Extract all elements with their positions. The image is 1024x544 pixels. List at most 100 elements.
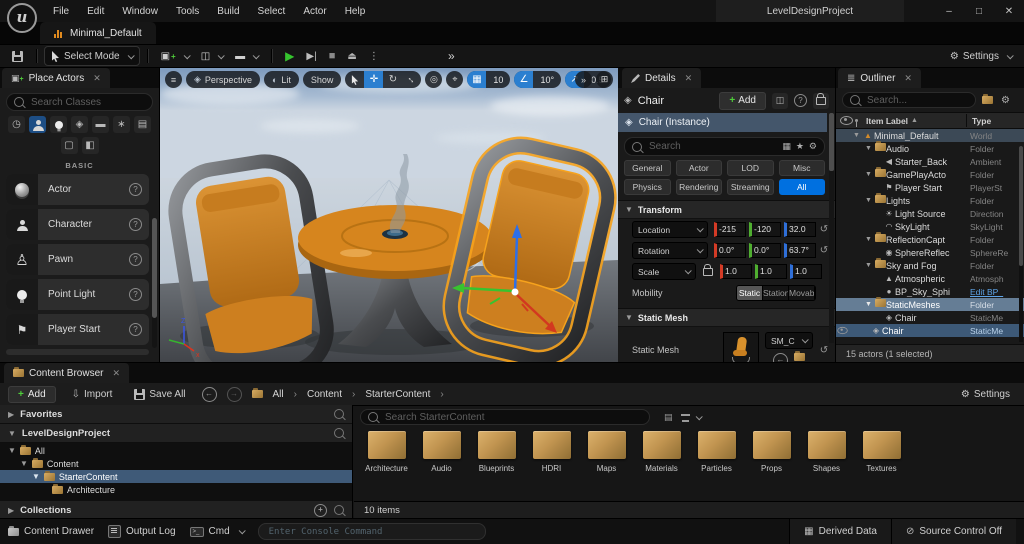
lit-dropdown[interactable]: ◐Lit xyxy=(264,71,299,88)
mobility-static[interactable]: Static xyxy=(737,286,763,300)
menu-select[interactable]: Select xyxy=(258,6,286,17)
place-actor-item-character[interactable]: Character ? xyxy=(6,209,149,240)
derived-data-button[interactable]: ▦Derived Data xyxy=(789,519,891,544)
surface-snapping-icon[interactable]: ⌖ xyxy=(446,71,463,88)
reset-icon[interactable]: ↺ xyxy=(819,345,829,356)
grid-snap-value[interactable]: 10 xyxy=(486,71,510,88)
scale-y-field[interactable]: 1.0 xyxy=(755,264,787,279)
place-actor-item-player-start[interactable]: ⚑ Player Start ? xyxy=(6,314,149,345)
search-classes-input[interactable] xyxy=(29,96,145,109)
outliner-row-folder[interactable]: ▼GamePlayActoFolder xyxy=(836,168,1024,181)
breadcrumb-content[interactable]: Content xyxy=(307,389,342,400)
details-scrollbar[interactable] xyxy=(829,113,834,343)
location-y-field[interactable]: -120 xyxy=(749,222,781,237)
menu-file[interactable]: File xyxy=(53,6,69,17)
close-button[interactable]: ✕ xyxy=(994,6,1024,17)
outliner-row-folder[interactable]: ▼ReflectionCaptFolder xyxy=(836,233,1024,246)
project-header[interactable]: ▼LevelDesignProject xyxy=(0,424,352,443)
rotation-dropdown[interactable]: Rotation xyxy=(632,242,708,259)
scale-tool-icon[interactable]: ↔ xyxy=(399,71,421,88)
outliner-row-chair-selected[interactable]: ◈ChairStaticMe xyxy=(836,324,1024,337)
folder-particles[interactable]: Particles xyxy=(690,431,743,473)
rotation-snap-icon[interactable]: ∠ xyxy=(514,71,533,88)
static-mesh-section-header[interactable]: ▼Static Mesh xyxy=(618,308,835,327)
place-actor-item-point-light[interactable]: Point Light ? xyxy=(6,279,149,310)
scale-dropdown[interactable]: Scale xyxy=(632,263,696,280)
tab-place-actors[interactable]: ▣+ Place Actors ✕ xyxy=(2,68,110,88)
settings-dropdown[interactable]: ⚙ Settings xyxy=(944,47,1018,65)
favorites-star-icon[interactable]: ★ xyxy=(796,141,804,152)
reset-icon[interactable]: ↺ xyxy=(819,245,829,256)
import-button[interactable]: ⇩Import xyxy=(66,385,119,403)
add-component-button[interactable]: +Add xyxy=(719,92,766,110)
outliner-row-chair[interactable]: ◈ChairStaticMe xyxy=(836,311,1024,324)
cb-settings-button[interactable]: ⚙Settings xyxy=(955,385,1016,403)
play-options-button[interactable]: ⋮ xyxy=(363,47,385,65)
tree-item-architecture[interactable]: Architecture xyxy=(0,483,352,496)
folder-props[interactable]: Props xyxy=(745,431,798,473)
category-shapes-icon[interactable]: ◈ xyxy=(71,116,88,133)
location-x-field[interactable]: -215 xyxy=(714,222,746,237)
location-z-field[interactable]: 32.0 xyxy=(784,222,816,237)
help-icon[interactable]: ? xyxy=(129,288,142,301)
mobility-movable[interactable]: Movable xyxy=(789,286,815,300)
select-mode-dropdown[interactable]: Select Mode xyxy=(44,46,140,66)
menu-edit[interactable]: Edit xyxy=(87,6,104,17)
save-button[interactable] xyxy=(6,47,29,65)
close-tab-icon[interactable]: ✕ xyxy=(685,73,693,84)
favorites-header[interactable]: ▶Favorites xyxy=(0,405,352,424)
outliner-search[interactable] xyxy=(842,92,976,108)
static-mesh-asset-dropdown[interactable]: SM_Chair xyxy=(765,332,813,349)
category-cinematic-icon[interactable]: ▬ xyxy=(92,116,109,133)
maximize-button[interactable]: □ xyxy=(964,6,994,17)
outliner-search-input[interactable] xyxy=(865,94,968,107)
save-search-icon[interactable]: ▤ xyxy=(664,412,673,423)
show-dropdown[interactable]: Show xyxy=(303,71,342,88)
outliner-row-actor[interactable]: ●BP_Sky_SphiEdit BP_ xyxy=(836,285,1024,298)
cmd-dropdown[interactable]: >_Cmd xyxy=(190,526,244,537)
viewport[interactable]: Z x ≡ ◈Perspective ◐Lit Show ✛ ↻ xyxy=(160,68,618,362)
place-actor-item-partial[interactable] xyxy=(6,349,149,355)
asset-search-input[interactable] xyxy=(383,411,642,424)
rotation-z-field[interactable]: 63.7° xyxy=(784,243,816,258)
outliner-settings-icon[interactable]: ⚙ xyxy=(1001,95,1010,106)
help-icon[interactable]: ? xyxy=(129,253,142,266)
folder-architecture[interactable]: Architecture xyxy=(360,431,413,473)
chip-physics[interactable]: Physics xyxy=(624,179,671,195)
breadcrumb-all[interactable]: All xyxy=(273,389,284,400)
tree-item-all[interactable]: ▼All xyxy=(0,444,352,457)
folder-materials[interactable]: Materials xyxy=(635,431,688,473)
folder-blueprints[interactable]: Blueprints xyxy=(470,431,523,473)
console-input[interactable] xyxy=(267,526,477,538)
tree-item-startercontent-selected[interactable]: ▼StarterContent xyxy=(0,470,352,483)
chip-streaming[interactable]: Streaming xyxy=(727,179,774,195)
place-actor-item-actor[interactable]: Actor ? xyxy=(6,174,149,205)
outliner-row-actor[interactable]: ◠SkyLightSkyLight xyxy=(836,220,1024,233)
outliner-row-actor[interactable]: ▲AtmosphericAtmosph xyxy=(836,272,1024,285)
tab-details[interactable]: Details ✕ xyxy=(622,68,701,88)
move-tool-icon[interactable]: ✛ xyxy=(364,71,383,88)
outliner-row-folder-staticmeshes[interactable]: ▼StaticMeshesFolder xyxy=(836,298,1024,311)
static-mesh-thumbnail[interactable] xyxy=(723,332,759,362)
create-folder-icon[interactable] xyxy=(982,96,993,104)
help-icon[interactable]: ? xyxy=(129,183,142,196)
minimize-button[interactable]: – xyxy=(934,6,964,17)
world-local-icon[interactable]: ◎ xyxy=(425,71,442,88)
browse-to-asset-icon[interactable] xyxy=(794,353,805,361)
search-icon[interactable] xyxy=(334,428,344,438)
scale-x-field[interactable]: 1.0 xyxy=(720,264,752,279)
display-filter-icon[interactable]: ▦ xyxy=(782,141,791,152)
category-recent-icon[interactable]: ◷ xyxy=(8,116,25,133)
folder-maps[interactable]: Maps xyxy=(580,431,633,473)
category-effects-icon[interactable]: ∗ xyxy=(113,116,130,133)
blueprint-edit-icon[interactable]: ◫ xyxy=(772,93,788,109)
folder-audio[interactable]: Audio xyxy=(415,431,468,473)
play-button[interactable]: ▶ xyxy=(279,47,300,65)
outliner-row-actor[interactable]: ⚑Player StartPlayerSt xyxy=(836,181,1024,194)
menu-tools[interactable]: Tools xyxy=(176,6,199,17)
back-icon[interactable]: ← xyxy=(202,387,217,402)
outliner-row-folder[interactable]: ▼LightsFolder xyxy=(836,194,1024,207)
category-all-icon[interactable]: ◧ xyxy=(82,137,99,154)
rotation-y-field[interactable]: 0.0° xyxy=(749,243,781,258)
place-actors-search[interactable] xyxy=(6,93,153,111)
